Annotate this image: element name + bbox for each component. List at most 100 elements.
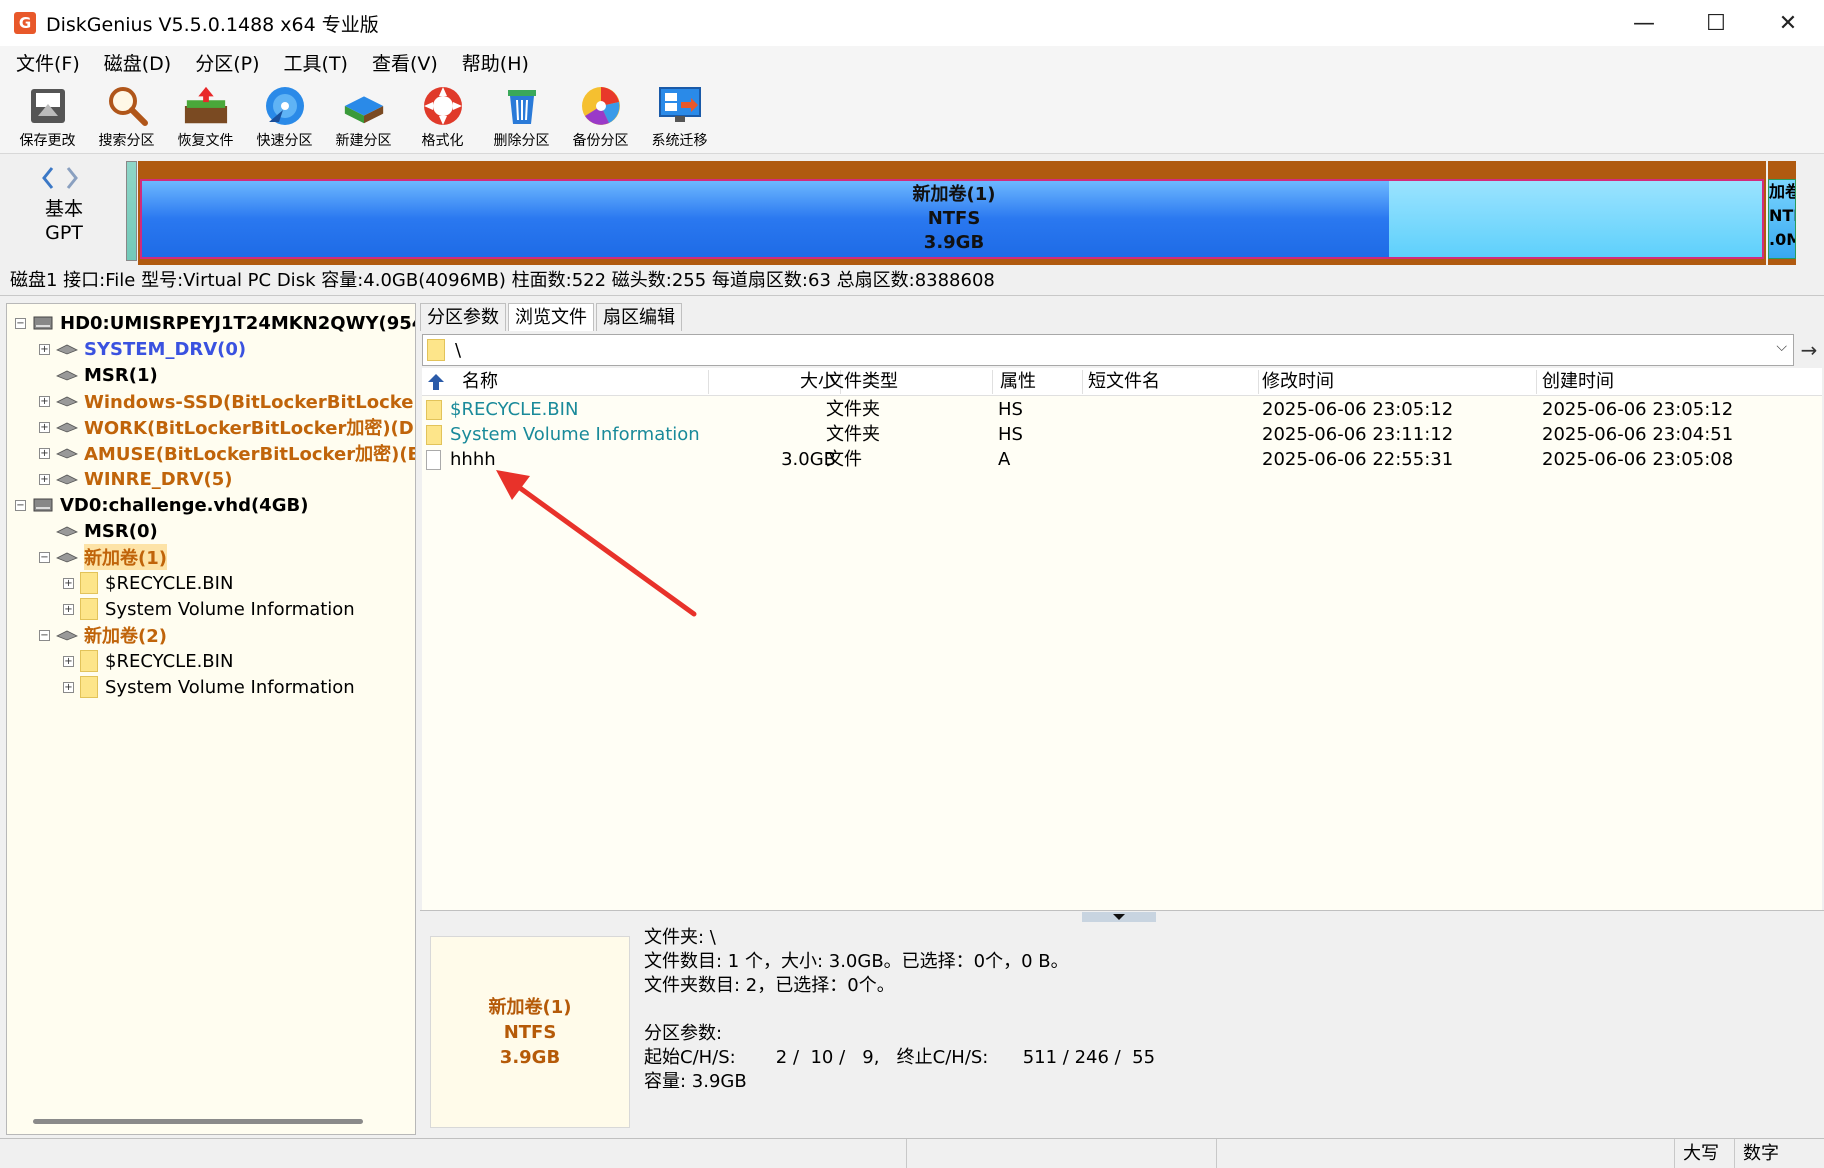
menu-partition[interactable]: 分区(P) — [185, 49, 269, 76]
system-migrate-button[interactable]: 系统迁移 — [640, 78, 719, 154]
tree-expander-icon[interactable]: + — [63, 655, 74, 667]
status-caps: 大写 — [1674, 1139, 1734, 1168]
tree-expander-icon[interactable]: + — [39, 473, 50, 485]
tree-item[interactable]: + WORK(BitLockerBitLocker加密)(D:) — [39, 414, 415, 440]
tree-item-label: SYSTEM_DRV(0) — [84, 338, 247, 360]
file-cell-modified: 2025-06-06 22:55:31 — [1262, 449, 1454, 470]
disk-type-basic: 基本 — [44, 198, 83, 220]
col-modified[interactable]: 修改时间 — [1262, 368, 1334, 396]
tree-item[interactable]: + System Volume Information — [63, 674, 355, 700]
format-button[interactable]: 格式化 — [403, 78, 482, 154]
menu-disk[interactable]: 磁盘(D) — [94, 49, 181, 76]
tree-expander-icon[interactable]: + — [39, 395, 50, 407]
col-short-name[interactable]: 短文件名 — [1088, 368, 1160, 396]
col-name[interactable]: 名称 — [462, 368, 498, 396]
partition-icon — [56, 630, 78, 641]
menu-help[interactable]: 帮助(H) — [452, 49, 539, 76]
tree-item[interactable]: + System Volume Information — [63, 596, 355, 622]
path-input[interactable]: \ ⌵ — [422, 334, 1794, 366]
tree-item[interactable]: + Windows-SSD(BitLockerBitLocker加 — [39, 388, 415, 414]
tree-item[interactable]: − VD0:challenge.vhd(4GB) — [15, 492, 308, 518]
file-cell-attr: A — [998, 449, 1011, 470]
partition-icon — [56, 552, 78, 563]
info-panel: 新加卷(1) NTFS 3.9GB 文件夹: \ 文件数目: 1 个，大小: 3… — [420, 924, 1824, 1134]
col-type[interactable]: 文件类型 — [826, 368, 898, 396]
partition-map-main[interactable]: 新加卷(1) NTFS 3.9GB — [138, 161, 1766, 265]
tree-expander-icon[interactable]: − — [15, 499, 26, 511]
close-button[interactable]: ✕ — [1752, 0, 1824, 46]
status-bar: 大写 数字 — [0, 1138, 1824, 1168]
tree-expander-icon[interactable]: − — [15, 317, 26, 329]
tree-item[interactable]: + AMUSE(BitLockerBitLocker加密)(E:) — [39, 440, 415, 466]
file-row[interactable]: System Volume Information 文件夹 HS 2025-06-06… — [422, 422, 1822, 447]
disk-nav-arrows[interactable] — [40, 165, 80, 197]
file-cell-size — [712, 422, 836, 447]
partition-map-fs: NTFS — [927, 208, 981, 229]
col-size[interactable]: 大小 — [712, 368, 836, 396]
quick-partition-icon — [262, 84, 308, 128]
file-row[interactable]: hhhh 3.0GB 文件 A 2025-06-06 22:55:31 2025-06-0… — [422, 447, 1822, 472]
tree-item[interactable]: − 新加卷(2) — [39, 622, 167, 648]
collapse-handle[interactable] — [1082, 912, 1156, 922]
tree-item[interactable]: MSR(1) — [39, 362, 158, 388]
chevron-down-icon[interactable]: ⌵ — [1776, 339, 1787, 355]
delete-partition-button[interactable]: 删除分区 — [482, 78, 561, 154]
tree-horizontal-scrollbar[interactable] — [33, 1119, 363, 1124]
file-cell-size — [712, 397, 836, 422]
partition-map-second-name: 加卷 — [1769, 182, 1795, 201]
col-attr[interactable]: 属性 — [1000, 368, 1036, 396]
backup-partition-button[interactable]: 备份分区 — [561, 78, 640, 154]
quick-partition-button[interactable]: 快速分区 — [245, 78, 324, 154]
system-migrate-icon — [657, 84, 703, 128]
tree-item-label: 新加卷(1) — [84, 544, 167, 570]
tab-partition-params[interactable]: 分区参数 — [420, 303, 506, 331]
recover-file-button[interactable]: 恢复文件 — [166, 78, 245, 154]
tree-item[interactable]: + SYSTEM_DRV(0) — [39, 336, 246, 362]
menu-file[interactable]: 文件(F) — [6, 49, 90, 76]
tree-expander-icon[interactable]: + — [63, 577, 74, 589]
partition-map-msr[interactable] — [126, 161, 137, 261]
tree-item[interactable]: − 新加卷(1) — [39, 544, 167, 570]
panel-splitter[interactable] — [420, 910, 1824, 924]
tree-expander-icon[interactable]: − — [39, 629, 50, 641]
file-cell-type: 文件 — [826, 449, 862, 470]
menu-view[interactable]: 查看(V) — [362, 49, 448, 76]
go-arrow-button[interactable]: → — [1796, 334, 1822, 366]
tree-expander-icon[interactable]: + — [39, 343, 50, 355]
parent-dir-icon[interactable] — [426, 368, 446, 396]
tree-expander-icon[interactable]: − — [39, 551, 50, 563]
menu-tools[interactable]: 工具(T) — [274, 49, 358, 76]
tab-browse-files[interactable]: 浏览文件 — [508, 303, 594, 331]
disk-info-line: 磁盘1 接口:File 型号:Virtual PC Disk 容量:4.0GB(… — [0, 266, 1824, 296]
format-icon — [420, 84, 466, 128]
search-partition-button[interactable]: 搜索分区 — [87, 78, 166, 154]
folder-icon — [427, 339, 445, 361]
tree-item-label: $RECYCLE.BIN — [105, 572, 234, 594]
tree-expander-icon[interactable]: + — [63, 681, 74, 693]
hard-disk-icon — [33, 316, 53, 330]
window-title: DiskGenius V5.5.0.1488 x64 专业版 — [46, 13, 379, 36]
info-details: 文件夹: \ 文件数目: 1 个，大小: 3.0GB。已选择：0个，0 B。 文… — [644, 927, 1156, 1092]
save-changes-button[interactable]: 保存更改 — [8, 78, 87, 154]
tree-expander-icon[interactable]: + — [39, 421, 50, 433]
tab-sector-edit[interactable]: 扇区编辑 — [596, 303, 682, 331]
tree-item[interactable]: − HD0:UMISRPEYJ1T24MKN2QWY(954G — [15, 310, 415, 336]
disk-tree: − HD0:UMISRPEYJ1T24MKN2QWY(954G + SYSTEM_DR… — [6, 303, 416, 1135]
folder-icon — [80, 572, 98, 594]
tree-item[interactable]: MSR(0) — [39, 518, 158, 544]
tree-item-label: VD0:challenge.vhd(4GB) — [60, 494, 309, 516]
tree-item[interactable]: + WINRE_DRV(5) — [39, 466, 232, 492]
partition-icon — [56, 344, 78, 355]
tree-item[interactable]: + $RECYCLE.BIN — [63, 570, 233, 596]
tree-expander-icon[interactable]: + — [63, 603, 74, 615]
tree-item[interactable]: + $RECYCLE.BIN — [63, 648, 233, 674]
file-row[interactable]: $RECYCLE.BIN 文件夹 HS 2025-06-06 23:05:12 2025… — [422, 397, 1822, 422]
maximize-button[interactable]: ☐ — [1680, 0, 1752, 46]
col-created[interactable]: 创建时间 — [1542, 368, 1614, 396]
minimize-button[interactable]: — — [1608, 0, 1680, 46]
new-partition-icon — [341, 84, 387, 128]
new-partition-button[interactable]: 新建分区 — [324, 78, 403, 154]
tree-expander-icon[interactable]: + — [39, 447, 50, 459]
title-bar: G DiskGenius V5.5.0.1488 x64 专业版 — ☐ ✕ — [0, 0, 1824, 46]
partition-map-second[interactable]: 加卷 NTFS .0M — [1768, 161, 1796, 265]
